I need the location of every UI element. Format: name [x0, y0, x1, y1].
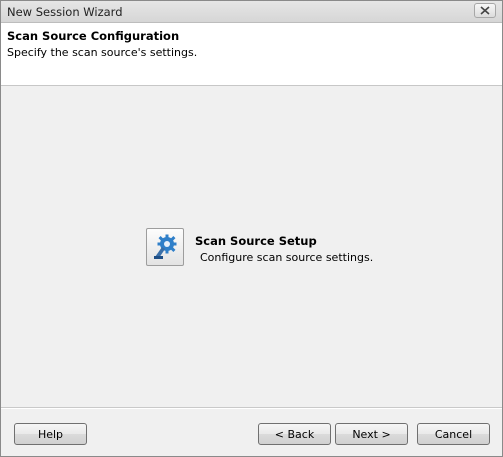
wizard-window: New Session Wizard Scan Source Configura…: [0, 0, 503, 457]
scan-source-setup-button[interactable]: [146, 228, 184, 266]
setup-title: Scan Source Setup: [195, 234, 317, 248]
gear-icon: [154, 234, 177, 259]
cancel-button[interactable]: Cancel: [417, 423, 490, 445]
close-button[interactable]: [474, 3, 496, 18]
close-icon: [480, 6, 490, 15]
next-button[interactable]: Next >: [335, 423, 408, 445]
help-button[interactable]: Help: [14, 423, 87, 445]
back-button[interactable]: < Back: [258, 423, 331, 445]
footer-divider: [1, 407, 502, 409]
page-subtitle: Specify the scan source's settings.: [7, 46, 198, 59]
wizard-content: Scan Source Setup Configure scan source …: [1, 86, 502, 407]
wizard-header: Scan Source Configuration Specify the sc…: [1, 23, 502, 86]
setup-description: Configure scan source settings.: [200, 251, 374, 264]
page-title: Scan Source Configuration: [7, 29, 180, 43]
window-title: New Session Wizard: [7, 5, 123, 19]
title-bar: New Session Wizard: [1, 1, 502, 23]
